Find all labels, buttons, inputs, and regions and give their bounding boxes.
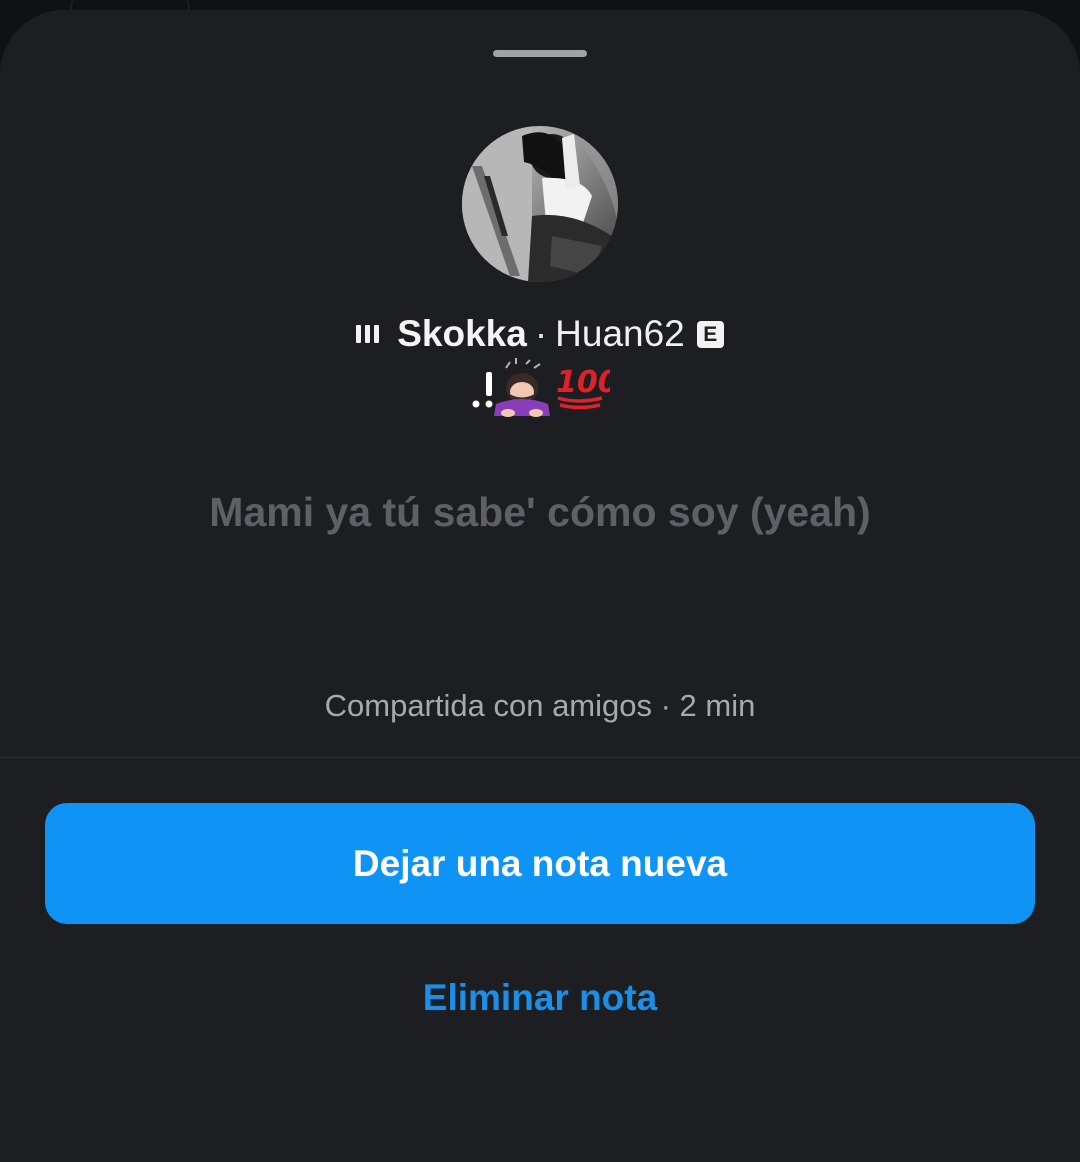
song-artist: Huan62 [555,313,685,354]
person-bowing-emoji-icon [494,358,550,417]
svg-text:100: 100 [556,365,610,400]
song-separator: · [534,313,548,354]
profile-avatar[interactable] [462,126,618,282]
explicit-badge: E [696,320,724,348]
delete-note-button[interactable]: Eliminar nota [0,974,1080,1022]
hundred-points-emoji-icon: 100 [556,365,610,410]
music-bars-icon [356,325,380,343]
note-bottom-sheet: Skokka · Huan62 E 100 [0,10,1080,1162]
song-info-row[interactable]: Skokka · Huan62 E [0,312,1080,356]
sheet-drag-handle[interactable] [493,50,587,57]
avatar-photo [462,126,618,282]
note-visibility-timestamp: Compartida con amigos · 2 min [324,688,756,723]
note-text: Mami ya tú sabe' cómo soy (yeah) [209,489,871,535]
exclamation-icon [472,372,493,408]
leave-new-note-button[interactable]: Dejar una nota nueva [45,803,1035,924]
status-emoji-row: 100 [470,358,610,418]
song-title: Skokka [397,313,527,354]
divider [0,757,1080,758]
